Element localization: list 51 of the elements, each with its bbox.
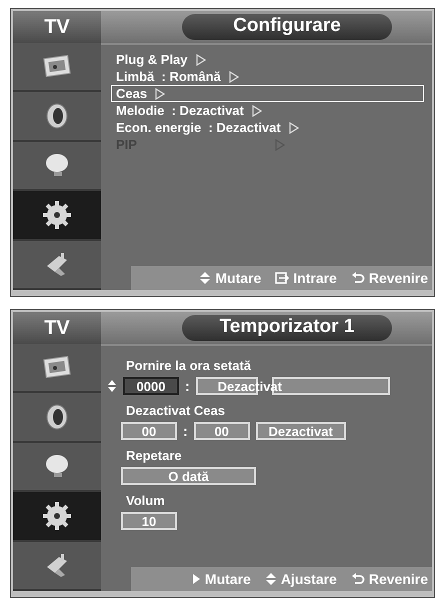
- return-icon: [350, 572, 365, 586]
- sidebar-item[interactable]: [13, 191, 101, 241]
- gear-icon: [41, 198, 73, 231]
- sidebar-item[interactable]: [13, 344, 101, 394]
- input-field[interactable]: O dată: [121, 467, 256, 485]
- arrow-icon: [155, 88, 166, 100]
- input-field[interactable]: 0000: [123, 377, 179, 395]
- up-down-arrows-icon: [264, 572, 277, 586]
- field-label: Pornire la ora setată: [125, 358, 252, 373]
- tv-label: TV: [13, 312, 101, 344]
- sidebar-item[interactable]: [13, 492, 101, 542]
- up-down-arrows-icon: [107, 379, 117, 393]
- menu-item[interactable]: Limbă : Română: [111, 68, 424, 85]
- right-arrow-icon: [192, 573, 201, 585]
- enter-icon: [275, 271, 290, 285]
- sidebar-item[interactable]: [13, 92, 101, 142]
- menu-item[interactable]: Plug & Play: [111, 51, 424, 68]
- arrow-icon: [288, 122, 299, 134]
- arrow-icon: [196, 54, 206, 66]
- hint-label: Revenire: [368, 571, 428, 587]
- arrow-icon: [228, 70, 239, 82]
- menu-title: Temporizator 1: [182, 315, 392, 341]
- colon-separator: :: [183, 423, 188, 439]
- hint-label: Revenire: [368, 270, 428, 286]
- hint-label: Mutare: [204, 571, 251, 587]
- sidebar-item[interactable]: [13, 43, 101, 92]
- sidebar-item[interactable]: [13, 393, 101, 443]
- input-field[interactable]: 00: [121, 422, 177, 440]
- input-field[interactable]: 00: [194, 422, 250, 440]
- arrow-icon: [252, 104, 262, 116]
- sidebar-item[interactable]: [13, 442, 101, 492]
- input-field[interactable]: Dezactivat: [256, 422, 346, 440]
- field-label: Volum: [125, 493, 166, 508]
- menu-item[interactable]: Ceas: [111, 85, 424, 102]
- field-label: Dezactivat Ceas: [125, 403, 226, 418]
- hint-label: Mutare: [215, 270, 262, 286]
- menu-item[interactable]: Econ. energie : Dezactivat: [111, 119, 424, 136]
- sidebar-item[interactable]: [13, 542, 101, 592]
- tv-label: TV: [13, 11, 101, 43]
- field-label: Repetare: [125, 448, 183, 463]
- menu-title: Configurare: [182, 14, 392, 40]
- menu-item[interactable]: Melodie : Dezactivat: [111, 102, 424, 119]
- hint-label: Intrare: [293, 270, 337, 286]
- up-down-arrows-icon: [199, 271, 212, 285]
- gear-icon: [41, 500, 73, 532]
- colon-separator: :: [185, 378, 190, 394]
- hint-label: Ajustare: [280, 571, 337, 587]
- sidebar-item[interactable]: [13, 240, 101, 290]
- sidebar-item[interactable]: [13, 142, 101, 192]
- return-icon: [350, 271, 365, 285]
- input-field[interactable]: 10: [121, 512, 177, 530]
